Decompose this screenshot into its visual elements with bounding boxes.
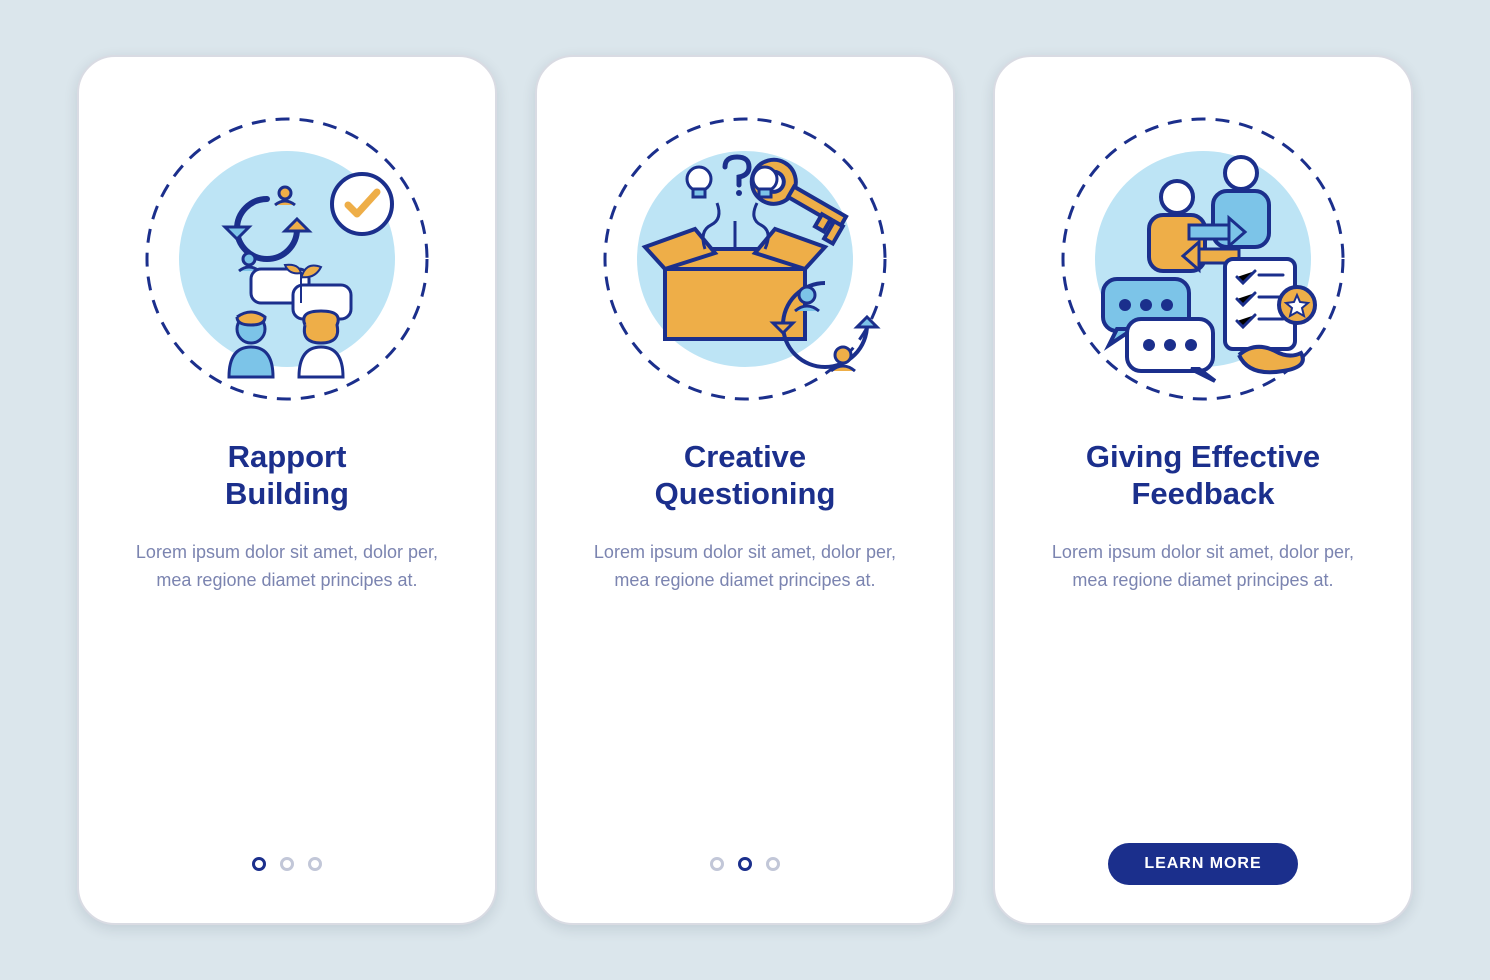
page-dot-1[interactable] xyxy=(252,857,266,871)
onboarding-screen-2: Creative Questioning Lorem ipsum dolor s… xyxy=(535,55,955,925)
screen-title: Giving Effective Feedback xyxy=(1086,437,1320,515)
page-dot-3[interactable] xyxy=(766,857,780,871)
page-dot-2[interactable] xyxy=(280,857,294,871)
onboarding-screen-1: Rapport Building Lorem ipsum dolor sit a… xyxy=(77,55,497,925)
rapport-building-icon xyxy=(137,109,437,409)
page-dot-1[interactable] xyxy=(710,857,724,871)
screen-body: Lorem ipsum dolor sit amet, dolor per, m… xyxy=(1043,539,1363,595)
screen-footer xyxy=(117,839,457,889)
screen-body: Lorem ipsum dolor sit amet, dolor per, m… xyxy=(585,539,905,595)
onboarding-row: Rapport Building Lorem ipsum dolor sit a… xyxy=(77,55,1413,925)
screen-footer: LEARN MORE xyxy=(1033,839,1373,889)
creative-questioning-icon xyxy=(595,109,895,409)
giving-effective-feedback-icon xyxy=(1053,109,1353,409)
screen-title: Creative Questioning xyxy=(655,437,836,515)
onboarding-screen-3: Giving Effective Feedback Lorem ipsum do… xyxy=(993,55,1413,925)
screen-footer xyxy=(575,839,915,889)
learn-more-button[interactable]: LEARN MORE xyxy=(1108,843,1297,885)
page-indicator-1 xyxy=(252,857,322,871)
page-dot-2[interactable] xyxy=(738,857,752,871)
screen-title: Rapport Building xyxy=(225,437,349,515)
page-dot-3[interactable] xyxy=(308,857,322,871)
page-indicator-2 xyxy=(710,857,780,871)
screen-body: Lorem ipsum dolor sit amet, dolor per, m… xyxy=(127,539,447,595)
